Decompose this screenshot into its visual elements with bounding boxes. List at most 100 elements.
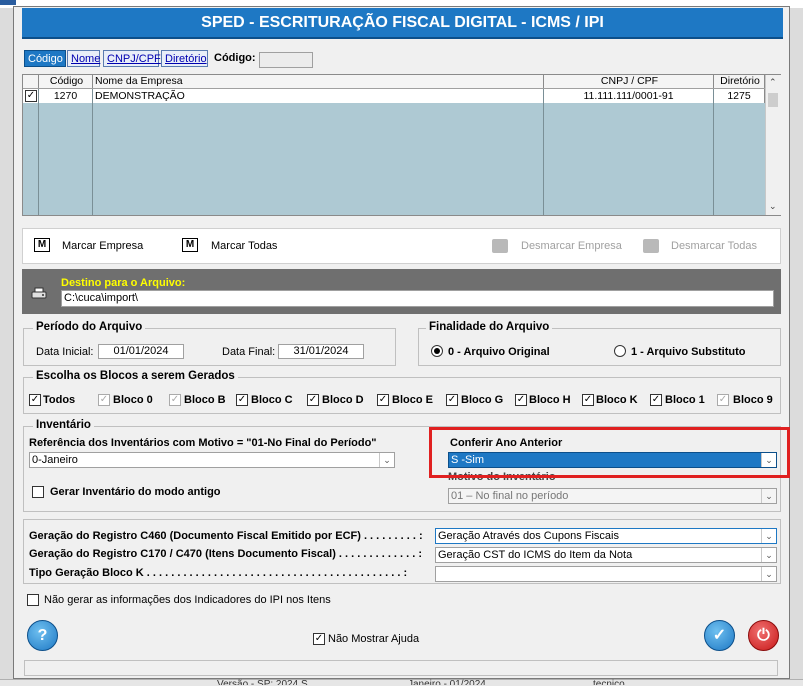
checkbox-bloco-g[interactable]: ✓ (446, 394, 458, 406)
grid-header-nome[interactable]: Nome da Empresa (93, 75, 544, 88)
bloco-d-label[interactable]: Bloco D (322, 394, 364, 406)
tab-nome[interactable]: Nome (67, 50, 100, 67)
grid-col-divider (92, 89, 93, 215)
periodo-legend: Período do Arquivo (33, 321, 146, 333)
checkbox-nao-gerar-ipi[interactable] (27, 594, 39, 606)
checkbox-bloco-9[interactable]: ✓ (717, 394, 729, 406)
chevron-down-icon[interactable]: ⌄ (761, 567, 776, 581)
grid-col-divider (713, 89, 714, 215)
checkbox-bloco-0[interactable]: ✓ (98, 394, 110, 406)
row-nome: DEMONSTRAÇÃO (93, 89, 544, 103)
row-codigo: 1270 (39, 89, 93, 103)
inventario-legend: Inventário (33, 419, 94, 431)
marcar-empresa-button[interactable]: Marcar Empresa (62, 240, 143, 252)
marcar-todas-icon: M (182, 238, 198, 252)
bloco-k-tipo-select[interactable]: ⌄ (435, 566, 777, 582)
table-row[interactable]: ✓ 1270 DEMONSTRAÇÃO 11.111.111/0001-91 1… (23, 89, 765, 103)
bloco-g-label[interactable]: Bloco G (461, 394, 503, 406)
checkbox-bloco-d[interactable]: ✓ (307, 394, 319, 406)
scroll-down-icon[interactable]: ⌄ (769, 201, 777, 212)
parent-window-icon (0, 0, 16, 5)
blocos-legend: Escolha os Blocos a serem Gerados (33, 370, 238, 382)
bloco-e-label[interactable]: Bloco E (392, 394, 433, 406)
registro-c460-value: Geração Através dos Cupons Fiscais (438, 530, 619, 542)
radio-arquivo-substituto[interactable] (614, 345, 626, 357)
data-final-input[interactable]: 31/01/2024 (278, 344, 364, 359)
codigo-search-input[interactable] (259, 52, 313, 68)
destination-path-input[interactable]: C:\cuca\import\ (61, 290, 774, 307)
bloco-9-label[interactable]: Bloco 9 (733, 394, 773, 406)
referencia-select[interactable]: 0-Janeiro ⌄ (29, 452, 395, 468)
checkbox-bloco-h[interactable]: ✓ (515, 394, 527, 406)
arquivo-substituto-label[interactable]: 1 - Arquivo Substituto (631, 346, 745, 358)
chevron-down-icon[interactable]: ⌄ (761, 489, 776, 503)
window-title: SPED - ESCRITURAÇÃO FISCAL DIGITAL - ICM… (22, 8, 783, 39)
grid-header-cnpj[interactable]: CNPJ / CPF (544, 75, 714, 88)
marcar-todas-button[interactable]: Marcar Todas (211, 240, 277, 252)
grid-header-diretorio[interactable]: Diretório (714, 75, 765, 88)
checkbox-bloco-k[interactable]: ✓ (582, 394, 594, 406)
chevron-down-icon[interactable]: ⌄ (761, 529, 776, 543)
radio-arquivo-original[interactable] (431, 345, 443, 357)
row-checkbox-cell[interactable]: ✓ (23, 89, 39, 103)
nao-gerar-ipi-label[interactable]: Não gerar as informações dos Indicadores… (44, 594, 331, 606)
power-icon: ⏻ (757, 627, 770, 644)
motivo-value: 01 – No final no período (451, 490, 569, 502)
bloco-0-label[interactable]: Bloco 0 (113, 394, 153, 406)
row-cnpj: 11.111.111/0001-91 (544, 89, 714, 103)
data-inicial-label: Data Inicial: (36, 346, 94, 358)
scroll-thumb[interactable] (768, 93, 778, 107)
check-icon: ✓ (712, 627, 727, 644)
registro-c170-label: Geração do Registro C170 / C470 (Itens D… (29, 548, 423, 560)
tab-cnpj-cpf[interactable]: CNPJ/CPF (103, 50, 161, 67)
drive-icon[interactable] (31, 286, 47, 300)
tab-codigo[interactable]: Código (24, 50, 66, 67)
bloco-k-label[interactable]: Bloco K (596, 394, 638, 406)
row-diretorio: 1275 (714, 89, 765, 103)
arquivo-original-label[interactable]: 0 - Arquivo Original (448, 346, 550, 358)
checkbox-todos[interactable]: ✓ (29, 394, 41, 406)
registro-c460-select[interactable]: Geração Através dos Cupons Fiscais ⌄ (435, 528, 777, 544)
inventario-antigo-label[interactable]: Gerar Inventário do modo antigo (50, 486, 221, 498)
checkbox-bloco-e[interactable]: ✓ (377, 394, 389, 406)
todos-label[interactable]: Todos (43, 394, 75, 406)
grid-header: Código Nome da Empresa CNPJ / CPF Diretó… (23, 75, 765, 89)
marcar-empresa-icon: M (34, 238, 50, 252)
bloco-h-label[interactable]: Bloco H (529, 394, 571, 406)
checkbox-inventario-antigo[interactable] (32, 486, 44, 498)
help-button[interactable]: ? (27, 620, 58, 651)
exit-button[interactable]: ⏻ (748, 620, 779, 651)
checkbox-bloco-b[interactable]: ✓ (169, 394, 181, 406)
registro-c460-label: Geração do Registro C460 (Documento Fisc… (29, 530, 423, 542)
bloco-b-label[interactable]: Bloco B (184, 394, 226, 406)
registro-c170-select[interactable]: Geração CST do ICMS do Item da Nota ⌄ (435, 547, 777, 563)
status-version: Versão - SP: 2024.S (217, 679, 308, 685)
desmarcar-todas-button[interactable]: Desmarcar Todas (671, 240, 757, 252)
data-inicial-input[interactable]: 01/01/2024 (98, 344, 184, 359)
status-period: Janeiro - 01/2024 (408, 679, 486, 685)
grid-vertical-scrollbar[interactable]: ⌃ ⌄ (765, 75, 781, 215)
desmarcar-todas-icon (643, 239, 659, 253)
checkbox-bloco-c[interactable]: ✓ (236, 394, 248, 406)
grid-header-codigo[interactable]: Código (39, 75, 93, 88)
bloco-c-label[interactable]: Bloco C (251, 394, 293, 406)
registro-c170-value: Geração CST do ICMS do Item da Nota (438, 549, 633, 561)
referencia-label: Referência dos Inventários com Motivo = … (29, 437, 377, 449)
chevron-down-icon[interactable]: ⌄ (379, 453, 394, 467)
motivo-select[interactable]: 01 – No final no período ⌄ (448, 488, 777, 504)
desmarcar-empresa-button[interactable]: Desmarcar Empresa (521, 240, 622, 252)
row-checkbox[interactable]: ✓ (25, 90, 37, 102)
checkbox-bloco-1[interactable]: ✓ (650, 394, 662, 406)
scroll-up-icon[interactable]: ⌃ (769, 77, 777, 88)
nao-mostrar-ajuda-label[interactable]: Não Mostrar Ajuda (328, 633, 419, 645)
tab-diretorio[interactable]: Diretório (161, 50, 208, 67)
grid-col-divider (38, 89, 39, 215)
checkbox-nao-mostrar-ajuda[interactable]: ✓ (313, 633, 325, 645)
grid-header-check (23, 75, 39, 88)
highlight-annotation (429, 427, 790, 478)
status-user: tecnico (593, 679, 625, 685)
bloco-1-label[interactable]: Bloco 1 (665, 394, 705, 406)
data-final-label: Data Final: (222, 346, 276, 358)
chevron-down-icon[interactable]: ⌄ (761, 548, 776, 562)
ok-button[interactable]: ✓ (704, 620, 735, 651)
